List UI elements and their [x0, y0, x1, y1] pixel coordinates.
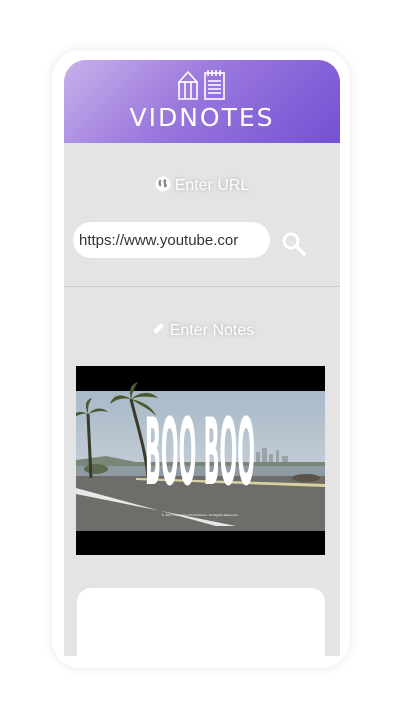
globe-icon: [155, 176, 171, 192]
pencil-icon: [151, 323, 164, 335]
url-input[interactable]: [73, 222, 270, 258]
video-title-text: BOO BOO: [145, 400, 255, 507]
search-button[interactable]: [281, 231, 307, 257]
notes-textarea[interactable]: [77, 588, 325, 656]
enter-url-label: Enter URL: [64, 176, 340, 195]
video-credit-text: © 2017 Company Productions. All Rights R…: [161, 513, 238, 517]
app-screen: VIDNOTES Enter URL Enter Notes: [64, 60, 340, 656]
notepad-icon: [204, 70, 225, 100]
video-frame: BOO BOO © 2017 Company Productions. All …: [76, 366, 325, 555]
app-title: VIDNOTES: [129, 103, 275, 132]
app-header: VIDNOTES: [64, 60, 340, 143]
section-divider: [64, 286, 340, 287]
video-player[interactable]: BOO BOO © 2017 Company Productions. All …: [76, 366, 325, 555]
app-logo: [177, 68, 229, 100]
enter-notes-text: Enter Notes: [169, 322, 255, 339]
enter-url-text: Enter URL: [174, 177, 250, 194]
pencil-cup-icon: [178, 71, 198, 100]
search-icon: [282, 232, 306, 256]
enter-notes-label: Enter Notes: [64, 321, 340, 340]
